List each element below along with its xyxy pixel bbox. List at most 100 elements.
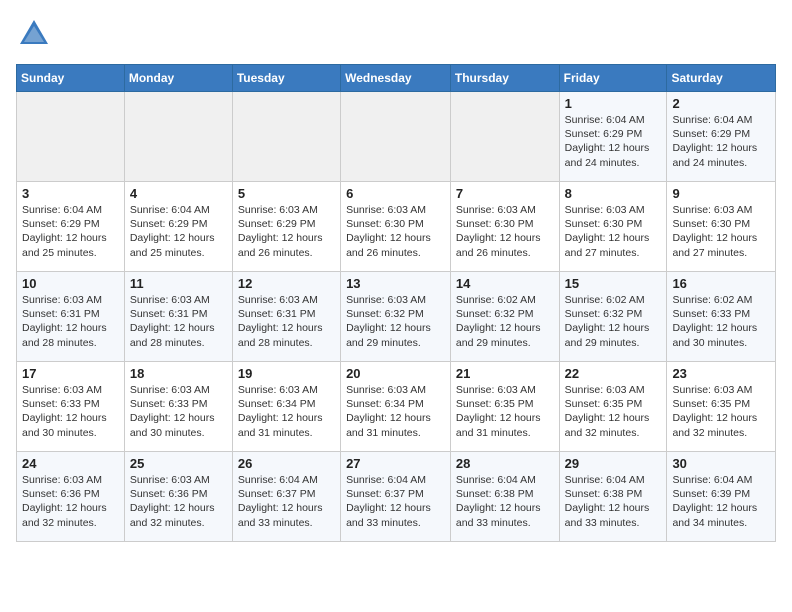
day-number: 4: [130, 186, 227, 201]
day-number: 1: [565, 96, 662, 111]
calendar-table: SundayMondayTuesdayWednesdayThursdayFrid…: [16, 64, 776, 542]
page-header: [16, 16, 776, 52]
day-cell: 8 Sunrise: 6:03 AM Sunset: 6:30 PM Daylig…: [559, 182, 667, 272]
day-number: 23: [672, 366, 770, 381]
day-number: 12: [238, 276, 335, 291]
day-info: Sunrise: 6:03 AM Sunset: 6:30 PM Dayligh…: [456, 203, 554, 260]
day-cell: 15Sunrise: 6:02 AM Sunset: 6:32 PM Dayli…: [559, 272, 667, 362]
day-number: 9: [672, 186, 770, 201]
day-number: 24: [22, 456, 119, 471]
day-number: 20: [346, 366, 445, 381]
day-cell: 16 Sunrise: 6:02 AM Sunset: 6:33 PM Dayli…: [667, 272, 776, 362]
logo-icon: [16, 16, 52, 52]
day-number: 5: [238, 186, 335, 201]
day-cell: 30Sunrise: 6:04 AM Sunset: 6:39 PM Dayli…: [667, 452, 776, 542]
weekday-header-wednesday: Wednesday: [341, 65, 451, 92]
day-cell: 29 Sunrise: 6:04 AM Sunset: 6:38 PM Dayli…: [559, 452, 667, 542]
day-info: Sunrise: 6:03 AM Sunset: 6:36 PM Dayligh…: [130, 473, 227, 530]
day-cell: 6 Sunrise: 6:03 AM Sunset: 6:30 PM Daylig…: [341, 182, 451, 272]
day-number: 22: [565, 366, 662, 381]
day-cell: 23 Sunrise: 6:03 AM Sunset: 6:35 PM Dayli…: [667, 362, 776, 452]
day-cell: 21 Sunrise: 6:03 AM Sunset: 6:35 PM Dayli…: [450, 362, 559, 452]
day-number: 19: [238, 366, 335, 381]
day-number: 8: [565, 186, 662, 201]
day-cell: 10 Sunrise: 6:03 AM Sunset: 6:31 PM Dayli…: [17, 272, 125, 362]
day-cell: 27 Sunrise: 6:04 AM Sunset: 6:37 PM Dayli…: [341, 452, 451, 542]
day-cell: 12 Sunrise: 6:03 AM Sunset: 6:31 PM Dayli…: [232, 272, 340, 362]
calendar-header: SundayMondayTuesdayWednesdayThursdayFrid…: [17, 65, 776, 92]
day-info: Sunrise: 6:03 AM Sunset: 6:29 PM Dayligh…: [238, 203, 335, 260]
weekday-header-saturday: Saturday: [667, 65, 776, 92]
day-cell: 17 Sunrise: 6:03 AM Sunset: 6:33 PM Dayli…: [17, 362, 125, 452]
weekday-header-sunday: Sunday: [17, 65, 125, 92]
weekday-header-tuesday: Tuesday: [232, 65, 340, 92]
day-number: 27: [346, 456, 445, 471]
day-info: Sunrise: 6:04 AM Sunset: 6:29 PM Dayligh…: [565, 113, 662, 170]
day-info: Sunrise: 6:03 AM Sunset: 6:31 PM Dayligh…: [130, 293, 227, 350]
day-number: 21: [456, 366, 554, 381]
day-cell: 9 Sunrise: 6:03 AM Sunset: 6:30 PM Daylig…: [667, 182, 776, 272]
day-cell: 24 Sunrise: 6:03 AM Sunset: 6:36 PM Dayli…: [17, 452, 125, 542]
week-row-2: 3Sunrise: 6:04 AM Sunset: 6:29 PM Daylig…: [17, 182, 776, 272]
day-cell: 7 Sunrise: 6:03 AM Sunset: 6:30 PM Daylig…: [450, 182, 559, 272]
day-number: 16: [672, 276, 770, 291]
weekday-row: SundayMondayTuesdayWednesdayThursdayFrid…: [17, 65, 776, 92]
day-number: 7: [456, 186, 554, 201]
day-number: 10: [22, 276, 119, 291]
day-info: Sunrise: 6:03 AM Sunset: 6:35 PM Dayligh…: [456, 383, 554, 440]
day-info: Sunrise: 6:03 AM Sunset: 6:33 PM Dayligh…: [22, 383, 119, 440]
day-cell: 2Sunrise: 6:04 AM Sunset: 6:29 PM Daylig…: [667, 92, 776, 182]
weekday-header-thursday: Thursday: [450, 65, 559, 92]
day-number: 17: [22, 366, 119, 381]
day-info: Sunrise: 6:03 AM Sunset: 6:34 PM Dayligh…: [346, 383, 445, 440]
day-cell: 1 Sunrise: 6:04 AM Sunset: 6:29 PM Daylig…: [559, 92, 667, 182]
day-cell: 28Sunrise: 6:04 AM Sunset: 6:38 PM Dayli…: [450, 452, 559, 542]
day-number: 29: [565, 456, 662, 471]
day-info: Sunrise: 6:03 AM Sunset: 6:36 PM Dayligh…: [22, 473, 119, 530]
day-info: Sunrise: 6:03 AM Sunset: 6:31 PM Dayligh…: [238, 293, 335, 350]
day-info: Sunrise: 6:04 AM Sunset: 6:29 PM Dayligh…: [22, 203, 119, 260]
day-cell: [124, 92, 232, 182]
day-info: Sunrise: 6:03 AM Sunset: 6:33 PM Dayligh…: [130, 383, 227, 440]
day-cell: 22 Sunrise: 6:03 AM Sunset: 6:35 PM Dayli…: [559, 362, 667, 452]
day-number: 25: [130, 456, 227, 471]
day-info: Sunrise: 6:04 AM Sunset: 6:37 PM Dayligh…: [346, 473, 445, 530]
day-info: Sunrise: 6:03 AM Sunset: 6:30 PM Dayligh…: [346, 203, 445, 260]
day-cell: 20 Sunrise: 6:03 AM Sunset: 6:34 PM Dayli…: [341, 362, 451, 452]
day-info: Sunrise: 6:04 AM Sunset: 6:29 PM Dayligh…: [130, 203, 227, 260]
day-cell: 26Sunrise: 6:04 AM Sunset: 6:37 PM Dayli…: [232, 452, 340, 542]
day-info: Sunrise: 6:04 AM Sunset: 6:38 PM Dayligh…: [456, 473, 554, 530]
day-number: 18: [130, 366, 227, 381]
day-info: Sunrise: 6:03 AM Sunset: 6:32 PM Dayligh…: [346, 293, 445, 350]
day-cell: 4 Sunrise: 6:04 AM Sunset: 6:29 PM Daylig…: [124, 182, 232, 272]
day-cell: 5 Sunrise: 6:03 AM Sunset: 6:29 PM Daylig…: [232, 182, 340, 272]
week-row-4: 17 Sunrise: 6:03 AM Sunset: 6:33 PM Dayli…: [17, 362, 776, 452]
day-info: Sunrise: 6:03 AM Sunset: 6:34 PM Dayligh…: [238, 383, 335, 440]
day-info: Sunrise: 6:03 AM Sunset: 6:35 PM Dayligh…: [565, 383, 662, 440]
day-info: Sunrise: 6:03 AM Sunset: 6:31 PM Dayligh…: [22, 293, 119, 350]
day-info: Sunrise: 6:04 AM Sunset: 6:29 PM Dayligh…: [672, 113, 770, 170]
day-cell: 19 Sunrise: 6:03 AM Sunset: 6:34 PM Dayli…: [232, 362, 340, 452]
week-row-1: 1 Sunrise: 6:04 AM Sunset: 6:29 PM Daylig…: [17, 92, 776, 182]
weekday-header-friday: Friday: [559, 65, 667, 92]
day-cell: 18 Sunrise: 6:03 AM Sunset: 6:33 PM Dayli…: [124, 362, 232, 452]
day-info: Sunrise: 6:03 AM Sunset: 6:35 PM Dayligh…: [672, 383, 770, 440]
day-info: Sunrise: 6:03 AM Sunset: 6:30 PM Dayligh…: [565, 203, 662, 260]
day-number: 6: [346, 186, 445, 201]
day-info: Sunrise: 6:02 AM Sunset: 6:32 PM Dayligh…: [456, 293, 554, 350]
day-info: Sunrise: 6:04 AM Sunset: 6:39 PM Dayligh…: [672, 473, 770, 530]
day-number: 13: [346, 276, 445, 291]
week-row-5: 24 Sunrise: 6:03 AM Sunset: 6:36 PM Dayli…: [17, 452, 776, 542]
day-cell: 11Sunrise: 6:03 AM Sunset: 6:31 PM Dayli…: [124, 272, 232, 362]
day-info: Sunrise: 6:02 AM Sunset: 6:33 PM Dayligh…: [672, 293, 770, 350]
day-cell: 13 Sunrise: 6:03 AM Sunset: 6:32 PM Dayli…: [341, 272, 451, 362]
day-info: Sunrise: 6:04 AM Sunset: 6:37 PM Dayligh…: [238, 473, 335, 530]
week-row-3: 10 Sunrise: 6:03 AM Sunset: 6:31 PM Dayli…: [17, 272, 776, 362]
day-info: Sunrise: 6:03 AM Sunset: 6:30 PM Dayligh…: [672, 203, 770, 260]
day-info: Sunrise: 6:04 AM Sunset: 6:38 PM Dayligh…: [565, 473, 662, 530]
day-info: Sunrise: 6:02 AM Sunset: 6:32 PM Dayligh…: [565, 293, 662, 350]
day-cell: 3Sunrise: 6:04 AM Sunset: 6:29 PM Daylig…: [17, 182, 125, 272]
day-cell: [17, 92, 125, 182]
logo: [16, 16, 58, 52]
day-number: 14: [456, 276, 554, 291]
